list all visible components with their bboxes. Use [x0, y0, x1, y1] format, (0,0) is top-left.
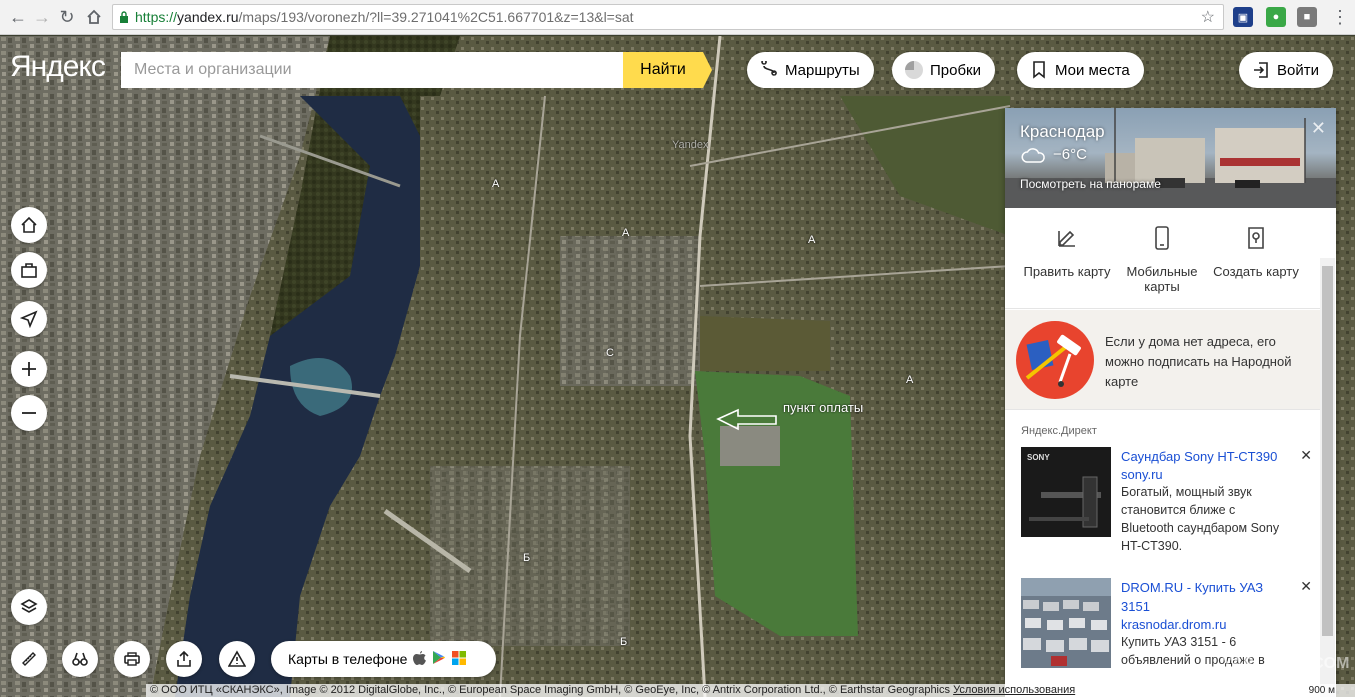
ad-brand: SONY — [1027, 453, 1050, 462]
route-icon — [759, 60, 779, 80]
bookmark-icon — [1029, 60, 1049, 80]
map-watermark: Yandex — [672, 139, 709, 151]
menu-icon[interactable]: ⋮ — [1328, 5, 1352, 29]
ad-text: Богатый, мощный звук становится ближе с … — [1121, 485, 1280, 553]
map-letter: Б — [523, 552, 531, 564]
reload-icon[interactable]: ↻ — [55, 5, 79, 29]
info-panel: Краснодар −6°C Посмотреть на панораме ✕ … — [1005, 108, 1336, 697]
bookmark-star-icon[interactable]: ☆ — [1201, 7, 1215, 27]
people-map-promo[interactable]: Если у дома нет адреса, его можно подпис… — [1005, 310, 1321, 410]
google-play-icon — [432, 650, 446, 668]
ad-title[interactable]: Саундбар Sony HT-CT390 — [1121, 447, 1286, 466]
terms-link[interactable]: Условия использования — [953, 684, 1075, 696]
briefcase-icon — [21, 263, 37, 278]
panorama-button[interactable] — [62, 641, 98, 677]
search-box[interactable] — [121, 52, 623, 88]
warning-icon — [228, 650, 246, 667]
create-map-button[interactable]: Создать карту — [1206, 226, 1306, 279]
promo-text: Если у дома нет адреса, его можно подпис… — [1105, 334, 1292, 389]
watermark: YAPLAKAL.COM — [1222, 655, 1350, 672]
map-letter: A — [492, 178, 500, 190]
edit-icon — [1017, 226, 1117, 254]
ruler-icon — [22, 652, 36, 666]
login-button[interactable]: Войти — [1239, 52, 1333, 88]
apple-icon — [413, 650, 427, 668]
panorama-preview[interactable]: Краснодар −6°C Посмотреть на панораме ✕ — [1005, 108, 1336, 208]
close-icon[interactable]: ✕ — [1311, 118, 1326, 139]
map-canvas[interactable]: Яндекс Найти Маршруты Пробки Мои места В… — [0, 36, 1355, 697]
windows-icon — [452, 650, 467, 668]
maps-in-phone-button[interactable]: Карты в телефоне — [271, 641, 496, 677]
map-letter: A — [808, 234, 816, 246]
plus-icon — [22, 362, 36, 376]
map-letter: Б — [620, 636, 628, 648]
forward-icon[interactable]: → — [30, 5, 54, 29]
map-attribution: © ООО ИТЦ «СКАНЭКС», Image © 2012 Digita… — [146, 684, 1355, 697]
search-input[interactable] — [121, 52, 623, 88]
ad-domain[interactable]: sony.ru — [1121, 466, 1286, 483]
ad-title[interactable]: DROM.RU - Купить УАЗ 3151 — [1121, 578, 1286, 616]
scale-bar: 900 м — [1308, 685, 1335, 696]
traffic-button[interactable]: Пробки — [892, 52, 995, 88]
map-letter: C — [606, 347, 614, 359]
home-button[interactable] — [11, 207, 47, 243]
ad-domain[interactable]: krasnodar.drom.ru — [1121, 616, 1286, 633]
annotation-label: пункт оплаты — [783, 400, 864, 415]
extension-icon[interactable]: ▣ — [1233, 7, 1253, 27]
ad-item[interactable]: DROM.RU - Купить УАЗ 3151 krasnodar.drom… — [1021, 578, 1316, 697]
find-button[interactable]: Найти — [623, 52, 712, 88]
edit-map-button[interactable]: Править карту — [1017, 226, 1117, 279]
location-arrow-icon — [20, 310, 38, 328]
panorama-link[interactable]: Посмотреть на панораме — [1020, 177, 1161, 191]
share-icon — [177, 650, 191, 667]
house-icon — [21, 216, 37, 233]
mobile-maps-button[interactable]: Мобильные карты — [1112, 226, 1212, 294]
extension-icon[interactable]: ■ — [1297, 7, 1317, 27]
traffic-icon — [904, 60, 924, 80]
ad-section-label: Яндекс.Директ — [1021, 425, 1097, 437]
lock-icon — [113, 11, 135, 23]
ruler-button[interactable] — [11, 641, 47, 677]
work-button[interactable] — [11, 252, 47, 288]
routes-button[interactable]: Маршруты — [747, 52, 874, 88]
home-icon[interactable] — [82, 5, 106, 29]
map-letter: A — [622, 227, 630, 239]
close-icon[interactable]: ✕ — [1300, 578, 1312, 595]
back-icon[interactable]: ← — [6, 5, 30, 29]
address-bar[interactable]: https://yandex.ru/maps/193/voronezh/?ll=… — [112, 4, 1224, 30]
panel-scrollbar[interactable] — [1320, 258, 1335, 697]
ad-body: Саундбар Sony HT-CT390 sony.ru Богатый, … — [1121, 447, 1286, 555]
minus-icon — [22, 412, 36, 414]
layers-icon — [20, 599, 38, 613]
share-button[interactable] — [166, 641, 202, 677]
extension-icon[interactable]: ● — [1266, 7, 1286, 27]
scrollbar-thumb[interactable] — [1322, 266, 1333, 636]
map-pin-icon — [1206, 226, 1306, 254]
binoculars-icon — [72, 652, 88, 666]
report-button[interactable] — [219, 641, 255, 677]
yandex-logo[interactable]: Яндекс — [10, 50, 106, 84]
map-letter: A — [906, 374, 914, 386]
cloud-icon — [1021, 147, 1045, 163]
ad-image: SONY — [1021, 447, 1111, 537]
close-icon[interactable]: ✕ — [1300, 447, 1312, 464]
paint-roller-icon — [1016, 321, 1094, 399]
zoom-out-button[interactable] — [11, 395, 47, 431]
weather: −6°C — [1021, 146, 1087, 163]
locate-button[interactable] — [11, 301, 47, 337]
my-places-button[interactable]: Мои места — [1017, 52, 1144, 88]
url-text: https://yandex.ru/maps/193/voronezh/?ll=… — [135, 9, 634, 25]
browser-toolbar: ← → ↻ https://yandex.ru/maps/193/voronez… — [0, 0, 1355, 35]
print-button[interactable] — [114, 641, 150, 677]
mobile-icon — [1112, 226, 1212, 254]
printer-icon — [124, 652, 140, 666]
ad-item[interactable]: SONY Саундбар Sony HT-CT390 sony.ru Бога… — [1021, 447, 1316, 567]
city-name: Краснодар — [1020, 122, 1105, 141]
zoom-in-button[interactable] — [11, 351, 47, 387]
login-icon — [1251, 60, 1271, 80]
watermark: YAPLAKAL.COM — [1188, 291, 1316, 308]
ad-image — [1021, 578, 1111, 668]
layers-button[interactable] — [11, 589, 47, 625]
